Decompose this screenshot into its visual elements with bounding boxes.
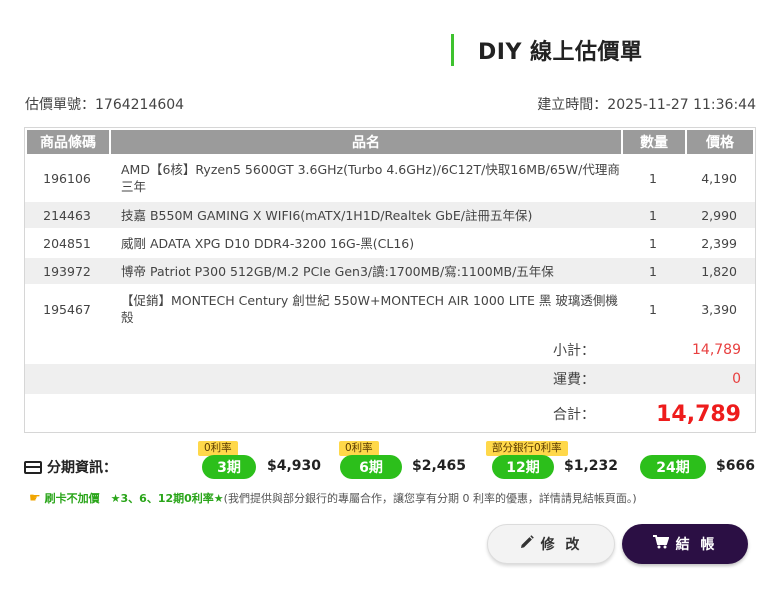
- installment-label: 分期資訊：: [47, 460, 117, 476]
- total-value: 14,789: [656, 401, 741, 427]
- plan-period-pill: 6期: [340, 455, 402, 479]
- row-qty: 1: [649, 235, 657, 251]
- plan-amount: $4,930: [267, 458, 322, 474]
- plan-tag: 部分銀行0利率: [486, 441, 568, 456]
- pointing-hand-icon: ☛: [29, 490, 41, 506]
- row-name: 威剛 ADATA XPG D10 DDR4-3200 16G-黑(CL16): [121, 235, 415, 251]
- col-header-code: 商品條碼: [27, 130, 111, 154]
- page-title: DIY 線上估價單: [478, 40, 643, 65]
- table-row: 204851 威剛 ADATA XPG D10 DDR4-3200 16G-黑(…: [25, 228, 755, 258]
- row-code: 214463: [43, 207, 91, 223]
- pencil-icon: [520, 535, 534, 553]
- subtotal-label: 小計：: [553, 343, 595, 359]
- row-code: 204851: [43, 235, 91, 251]
- created-time: 建立時間：2025-11-27 11:36:44: [537, 97, 756, 113]
- table-row: 214463 技嘉 B550M GAMING X WIFI6(mATX/1H1D…: [25, 202, 755, 228]
- installment-label-wrap: 分期資訊：: [24, 457, 117, 477]
- plan-tag: 0利率: [198, 441, 238, 456]
- quote-number: 估價單號：1764214604: [25, 97, 185, 113]
- installment-note: ☛ 刷卡不加價 ★3、6、12期0利率★ (我們提供與部分銀行的專屬合作，讓您享…: [29, 490, 637, 506]
- table-row: 195467 【促銷】MONTECH Century 創世紀 550W+MONT…: [25, 284, 755, 334]
- row-qty: 1: [649, 207, 657, 223]
- edit-button-label: 修 改: [540, 537, 583, 553]
- table-row: 196106 AMD【6核】Ryzen5 5600GT 3.6GHz(Turbo…: [25, 154, 755, 202]
- total-row: 合計： 14,789: [25, 394, 755, 434]
- installment-info: 分期資訊： 0利率 3期 $4,930 0利率 6期 $2,465 部分銀行0利…: [24, 440, 764, 480]
- plan-period-pill: 24期: [640, 455, 706, 479]
- plan-period-pill: 3期: [202, 455, 256, 479]
- subtotal-value: 14,789: [692, 342, 741, 358]
- shipping-row: 運費： 0: [25, 364, 755, 394]
- row-price: 2,990: [701, 207, 737, 223]
- total-label: 合計：: [553, 407, 595, 423]
- plan-tag: 0利率: [339, 441, 379, 456]
- shipping-label: 運費：: [553, 372, 595, 388]
- cart-icon: [652, 535, 669, 553]
- row-code: 196106: [43, 170, 91, 186]
- plan-amount: $2,465: [412, 458, 467, 474]
- row-qty: 1: [649, 301, 657, 317]
- col-header-name: 品名: [111, 130, 623, 154]
- table-row: 193972 博帝 Patriot P300 512GB/M.2 PCIe Ge…: [25, 258, 755, 284]
- plan-amount: $1,232: [564, 458, 619, 474]
- row-name: 【促銷】MONTECH Century 創世紀 550W+MONTECH AIR…: [121, 293, 618, 325]
- quote-table: 商品條碼 品名 數量 價格 196106 AMD【6核】Ryzen5 5600G…: [24, 127, 756, 433]
- row-price: 1,820: [701, 263, 737, 279]
- col-header-qty: 數量: [623, 130, 687, 154]
- row-price: 3,390: [701, 301, 737, 317]
- shipping-value: 0: [732, 371, 741, 387]
- row-name: 博帝 Patriot P300 512GB/M.2 PCIe Gen3/讀:17…: [121, 263, 554, 279]
- credit-card-icon: [24, 460, 42, 474]
- plan-amount: $666: [716, 458, 755, 474]
- table-header: 商品條碼 品名 數量 價格: [27, 130, 753, 154]
- subtotal-row: 小計： 14,789: [25, 336, 755, 364]
- checkout-button-label: 結 帳: [675, 537, 718, 553]
- title-accent-bar: [451, 34, 454, 66]
- note-text: (我們提供與部分銀行的專屬合作，讓您享有分期 0 利率的優惠，詳情請見結帳頁面。…: [223, 492, 637, 505]
- row-name: 技嘉 B550M GAMING X WIFI6(mATX/1H1D/Realte…: [121, 207, 533, 223]
- note-highlight: 刷卡不加價 ★3、6、12期0利率★: [44, 492, 224, 505]
- row-code: 193972: [43, 263, 91, 279]
- row-price: 4,190: [701, 170, 737, 186]
- row-price: 2,399: [701, 235, 737, 251]
- row-qty: 1: [649, 170, 657, 186]
- plan-period-pill: 12期: [492, 455, 554, 479]
- col-header-price: 價格: [687, 130, 753, 154]
- row-qty: 1: [649, 263, 657, 279]
- edit-button[interactable]: 修 改: [487, 524, 615, 564]
- row-name: AMD【6核】Ryzen5 5600GT 3.6GHz(Turbo 4.6GHz…: [121, 162, 620, 194]
- page-header: DIY 線上估價單: [451, 34, 643, 66]
- checkout-button[interactable]: 結 帳: [622, 524, 748, 564]
- row-code: 195467: [43, 301, 91, 317]
